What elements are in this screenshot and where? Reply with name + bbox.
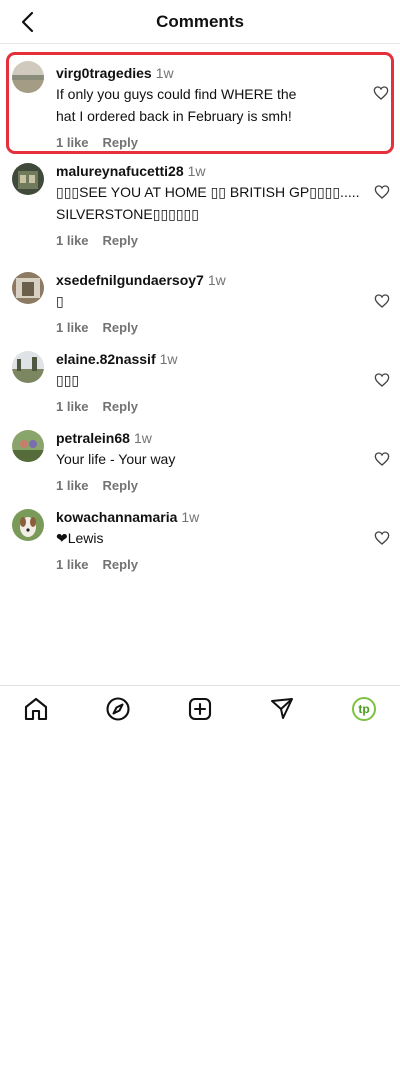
heart-icon <box>374 531 390 545</box>
comment-text-line: Your life - Your way <box>56 451 176 467</box>
home-icon <box>24 697 48 721</box>
comment-username[interactable]: malureynafucetti28 <box>56 163 184 179</box>
comment-username[interactable]: xsedefnilgundaersoy7 <box>56 272 204 288</box>
comment-username[interactable]: elaine.82nassif <box>56 351 156 367</box>
like-count[interactable]: 1 like <box>56 233 89 248</box>
reply-button[interactable]: Reply <box>103 320 138 335</box>
avatar[interactable] <box>12 351 44 383</box>
like-button[interactable] <box>374 530 390 546</box>
send-icon <box>271 698 293 719</box>
like-count[interactable]: 1 like <box>56 478 89 493</box>
comment-text-line: ▯▯▯SEE YOU AT HOME ▯▯ BRITISH GP▯▯▯▯....… <box>56 184 360 200</box>
comment-username[interactable]: kowachannamaria <box>56 509 177 525</box>
profile-initials: tp <box>358 702 370 716</box>
page-title: Comments <box>156 12 244 31</box>
comment-text-line: hat I ordered back in February is smh! <box>56 108 292 124</box>
comment-text-line: ▯ <box>56 293 64 309</box>
like-button[interactable] <box>373 85 389 101</box>
comment-time: 1w <box>155 65 174 81</box>
avatar[interactable] <box>12 61 44 93</box>
reply-button[interactable]: Reply <box>103 135 138 150</box>
nav-create[interactable] <box>187 696 213 722</box>
comment-item: xsedefnilgundaersoy7 1w ▯ 1 like Reply <box>0 263 400 342</box>
like-count[interactable]: 1 like <box>56 557 89 572</box>
comment-text-line: If only you guys could find WHERE the <box>56 86 297 102</box>
comment-time: 1w <box>187 163 206 179</box>
like-count[interactable]: 1 like <box>56 399 89 414</box>
like-button[interactable] <box>374 372 390 388</box>
nav-profile[interactable]: tp <box>351 696 377 722</box>
comment-text: ▯▯▯SEE YOU AT HOME ▯▯ BRITISH GP▯▯▯▯....… <box>56 181 360 225</box>
comment-text: Your life - Your way <box>56 448 360 470</box>
comment-time: 1w <box>207 272 226 288</box>
comment-item: elaine.82nassif 1w ▯▯▯ 1 like Reply <box>0 342 400 421</box>
comment-text: ❤Lewis <box>56 527 360 549</box>
like-count[interactable]: 1 like <box>56 135 89 150</box>
like-count[interactable]: 1 like <box>56 320 89 335</box>
heart-icon <box>373 86 389 100</box>
like-button[interactable] <box>374 184 390 200</box>
comment-item: kowachannamaria 1w ❤Lewis 1 like Reply <box>0 500 400 579</box>
comment-text: If only you guys could find WHERE the hat… <box>56 83 351 127</box>
comment-item: virg0tragedies 1w If only you guys could … <box>6 52 394 154</box>
comment-time: 1w <box>159 351 178 367</box>
reply-button[interactable]: Reply <box>103 478 138 493</box>
comment-text-line: ❤Lewis <box>56 530 104 546</box>
nav-explore[interactable] <box>105 696 131 722</box>
comment-text: ▯▯▯ <box>56 369 360 391</box>
nav-home[interactable] <box>23 696 49 722</box>
compass-icon <box>106 697 130 721</box>
heart-icon <box>374 452 390 466</box>
comment-text-line: ▯▯▯ <box>56 372 80 388</box>
reply-button[interactable]: Reply <box>103 399 138 414</box>
add-post-icon <box>188 697 212 721</box>
comment-item: malureynafucetti28 1w ▯▯▯SEE YOU AT HOME … <box>0 154 400 263</box>
like-button[interactable] <box>374 451 390 467</box>
nav-messages[interactable] <box>269 696 295 722</box>
avatar[interactable] <box>12 272 44 304</box>
top-bar: Comments <box>0 0 400 44</box>
avatar[interactable] <box>12 509 44 541</box>
heart-icon <box>374 373 390 387</box>
comment-time: 1w <box>181 509 200 525</box>
comment-time: 1w <box>133 430 152 446</box>
comment-username[interactable]: petralein68 <box>56 430 130 446</box>
avatar[interactable] <box>12 430 44 462</box>
heart-icon <box>374 185 390 199</box>
heart-icon <box>374 294 390 308</box>
bottom-nav: tp <box>0 685 400 731</box>
reply-button[interactable]: Reply <box>103 233 138 248</box>
comment-text-line: SILVERSTONE▯▯▯▯▯▯ <box>56 206 199 222</box>
comment-list: virg0tragedies 1w If only you guys could … <box>0 52 400 579</box>
avatar[interactable] <box>12 163 44 195</box>
reply-button[interactable]: Reply <box>103 557 138 572</box>
like-button[interactable] <box>374 293 390 309</box>
comment-item: petralein68 1w Your life - Your way 1 lik… <box>0 421 400 500</box>
comment-text: ▯ <box>56 290 360 312</box>
comment-username[interactable]: virg0tragedies <box>56 65 152 81</box>
